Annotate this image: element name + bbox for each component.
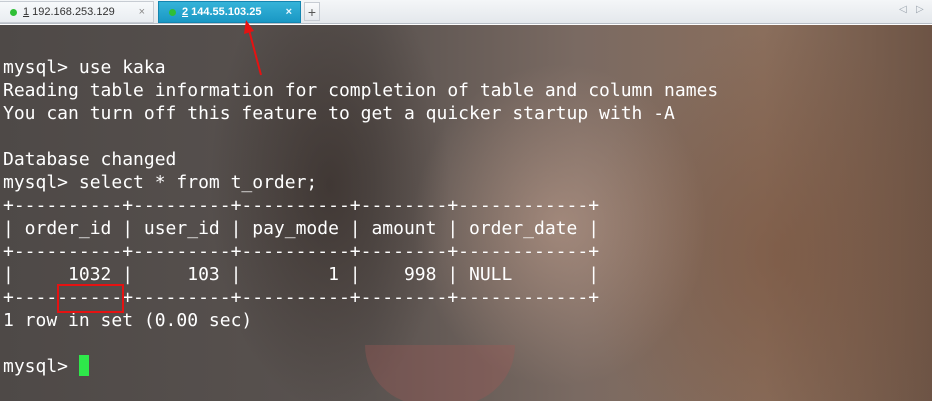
new-tab-button[interactable]: + bbox=[304, 2, 320, 21]
table-data-row: | 1032 | 103 | 1 | 998 | NULL | bbox=[3, 264, 600, 285]
terminal-line: mysql> use kaka bbox=[3, 57, 166, 78]
session-tab-1[interactable]: 1 192.168.253.129 × bbox=[0, 1, 154, 23]
session-tab-2[interactable]: 2 144.55.103.25 × bbox=[158, 1, 301, 23]
tab-host-label: 144.55.103.25 bbox=[191, 6, 262, 18]
terminal-line: Reading table information for completion… bbox=[3, 80, 719, 101]
close-tab-icon[interactable]: × bbox=[139, 6, 145, 18]
terminal-cursor bbox=[78, 355, 89, 376]
connection-status-icon bbox=[169, 8, 176, 16]
annotation-arrow-icon bbox=[244, 20, 262, 76]
table-border-line: +----------+---------+----------+-------… bbox=[3, 241, 600, 262]
tab-number: 2 bbox=[182, 6, 189, 18]
mysql-prompt: mysql> bbox=[3, 356, 79, 377]
tab-host-label: 192.168.253.129 bbox=[32, 6, 115, 18]
tab-number: 1 bbox=[23, 6, 30, 18]
scroll-tabs-left-icon[interactable]: ◁ bbox=[899, 4, 907, 15]
connection-status-icon bbox=[10, 8, 17, 16]
terminal-line: Database changed bbox=[3, 149, 177, 170]
close-tab-icon[interactable]: × bbox=[286, 6, 292, 18]
terminal-output: mysql> use kaka Reading table information… bbox=[3, 56, 718, 378]
table-header-row: | order_id | user_id | pay_mode | amount… bbox=[3, 218, 600, 239]
terminal-line: mysql> select * from t_order; bbox=[3, 172, 318, 193]
scroll-tabs-right-icon[interactable]: ▷ bbox=[916, 4, 924, 15]
order-id-highlight-box bbox=[57, 284, 124, 313]
terminal-line: You can turn off this feature to get a q… bbox=[3, 103, 675, 124]
table-border-line: +----------+---------+----------+-------… bbox=[3, 195, 600, 216]
terminal-area[interactable]: mysql> use kaka Reading table information… bbox=[0, 25, 932, 401]
terminal-prompt-line: mysql> bbox=[3, 355, 718, 378]
session-tab-bar: 1 192.168.253.129 × 2 144.55.103.25 × + … bbox=[0, 0, 932, 24]
